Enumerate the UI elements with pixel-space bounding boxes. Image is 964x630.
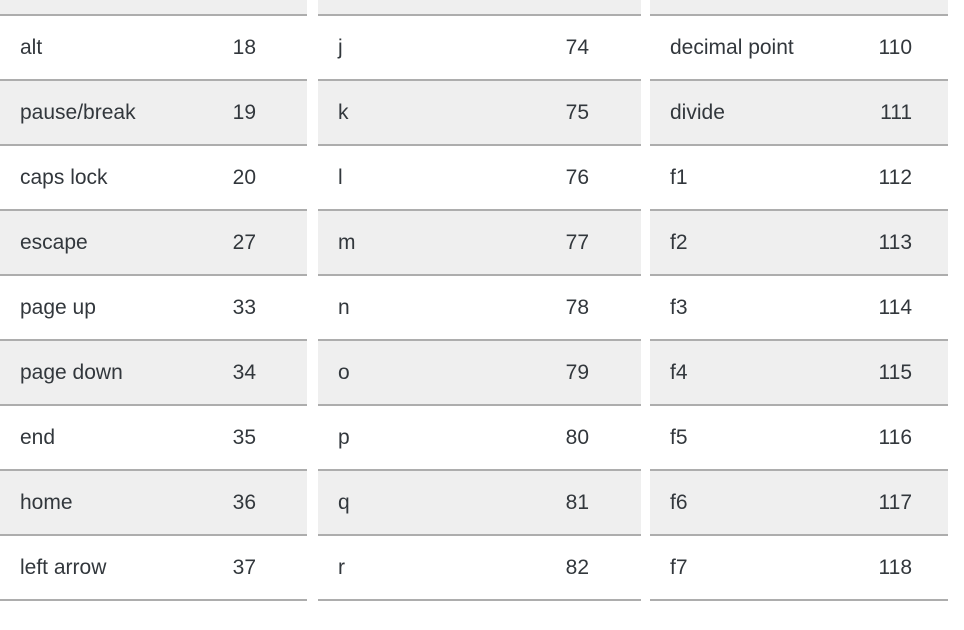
table-row: f5 116 [650, 404, 948, 471]
table-row: escape 27 [0, 209, 307, 276]
key-name-cell: pause/break [0, 79, 154, 146]
keycode-tables-viewport[interactable]: ctrl17alt18pause/break19caps lock20escap… [0, 0, 964, 630]
key-code-cell: 77 [479, 209, 641, 276]
table-row: subtract109 [650, 0, 948, 16]
key-code-cell: 74 [479, 14, 641, 81]
key-code-cell: 80 [479, 404, 641, 471]
key-name-cell: f4 [650, 339, 799, 406]
key-code-cell: 78 [479, 274, 641, 341]
key-code-cell: 76 [479, 144, 641, 211]
table-row: o 79 [318, 339, 641, 406]
key-code-cell: 34 [153, 339, 307, 406]
key-name-cell: j [318, 14, 480, 81]
keycode-tables-container: ctrl17alt18pause/break19caps lock20escap… [0, 0, 964, 601]
key-name-cell: f5 [650, 404, 799, 471]
key-name-cell: caps lock [0, 144, 154, 211]
key-name-cell: page down [0, 339, 154, 406]
key-code-cell: 110 [799, 14, 948, 81]
table-row: k 75 [318, 79, 641, 146]
table-row: pause/break 19 [0, 79, 307, 146]
table-row: f1 112 [650, 144, 948, 211]
key-name-cell: i [318, 0, 480, 16]
keycode-table-third-column: subtract109decimal point110divide111f111… [650, 0, 948, 601]
key-code-cell: 118 [799, 534, 948, 601]
table-row: i73 [318, 0, 641, 16]
table-row: alt 18 [0, 14, 307, 81]
key-code-cell: 17 [153, 0, 307, 16]
table-row: left arrow 37 [0, 534, 307, 601]
key-code-cell: 82 [479, 534, 641, 601]
key-code-cell: 73 [479, 0, 641, 16]
key-code-cell: 33 [153, 274, 307, 341]
table-row: j 74 [318, 14, 641, 81]
key-name-cell: f3 [650, 274, 799, 341]
table-row: n 78 [318, 274, 641, 341]
key-code-cell: 36 [153, 469, 307, 536]
key-code-cell: 75 [479, 79, 641, 146]
table-row: q 81 [318, 469, 641, 536]
key-name-cell: f2 [650, 209, 799, 276]
key-name-cell: decimal point [650, 14, 799, 81]
key-name-cell: f6 [650, 469, 799, 536]
table-row: page down 34 [0, 339, 307, 406]
key-name-cell: end [0, 404, 154, 471]
key-name-cell: q [318, 469, 480, 536]
table-row: f2 113 [650, 209, 948, 276]
key-code-cell: 35 [153, 404, 307, 471]
key-name-cell: page up [0, 274, 154, 341]
key-name-cell: o [318, 339, 480, 406]
table-row: home 36 [0, 469, 307, 536]
key-code-cell: 111 [799, 79, 948, 146]
table-row: page up 33 [0, 274, 307, 341]
table-row: f6 117 [650, 469, 948, 536]
key-name-cell: escape [0, 209, 154, 276]
keycode-table-third-column-body: subtract109decimal point110divide111f111… [650, 0, 948, 601]
key-code-cell: 117 [799, 469, 948, 536]
key-code-cell: 109 [799, 0, 948, 16]
table-row: decimal point 110 [650, 14, 948, 81]
key-code-cell: 116 [799, 404, 948, 471]
key-name-cell: k [318, 79, 480, 146]
table-row: r 82 [318, 534, 641, 601]
key-code-cell: 79 [479, 339, 641, 406]
key-name-cell: divide [650, 79, 799, 146]
table-row: divide 111 [650, 79, 948, 146]
key-code-cell: 37 [153, 534, 307, 601]
key-name-cell: ctrl [0, 0, 154, 16]
table-row: f3 114 [650, 274, 948, 341]
key-name-cell: f1 [650, 144, 799, 211]
key-code-cell: 18 [153, 14, 307, 81]
table-row: f4 115 [650, 339, 948, 406]
key-code-cell: 113 [799, 209, 948, 276]
key-name-cell: p [318, 404, 480, 471]
key-name-cell: subtract [650, 0, 799, 16]
table-row: ctrl17 [0, 0, 307, 16]
key-name-cell: n [318, 274, 480, 341]
key-name-cell: f7 [650, 534, 799, 601]
key-code-cell: 114 [799, 274, 948, 341]
keycode-table-first-column: ctrl17alt18pause/break19caps lock20escap… [0, 0, 307, 601]
key-code-cell: 112 [799, 144, 948, 211]
keycode-table-first-column-body: ctrl17alt18pause/break19caps lock20escap… [0, 0, 307, 601]
keycode-table-second-column: i73j74k75l76m77n78o79p80q81r82 [318, 0, 641, 601]
key-code-cell: 20 [153, 144, 307, 211]
key-name-cell: left arrow [0, 534, 154, 601]
key-name-cell: home [0, 469, 154, 536]
key-name-cell: m [318, 209, 480, 276]
key-code-cell: 81 [479, 469, 641, 536]
key-name-cell: r [318, 534, 480, 601]
key-code-cell: 115 [799, 339, 948, 406]
table-row: caps lock 20 [0, 144, 307, 211]
table-row: end 35 [0, 404, 307, 471]
table-row: p 80 [318, 404, 641, 471]
key-code-cell: 19 [153, 79, 307, 146]
key-name-cell: l [318, 144, 480, 211]
table-row: l 76 [318, 144, 641, 211]
key-code-cell: 27 [153, 209, 307, 276]
table-row: f7 118 [650, 534, 948, 601]
table-row: m 77 [318, 209, 641, 276]
keycode-table-second-column-body: i73j74k75l76m77n78o79p80q81r82 [318, 0, 641, 601]
key-name-cell: alt [0, 14, 154, 81]
